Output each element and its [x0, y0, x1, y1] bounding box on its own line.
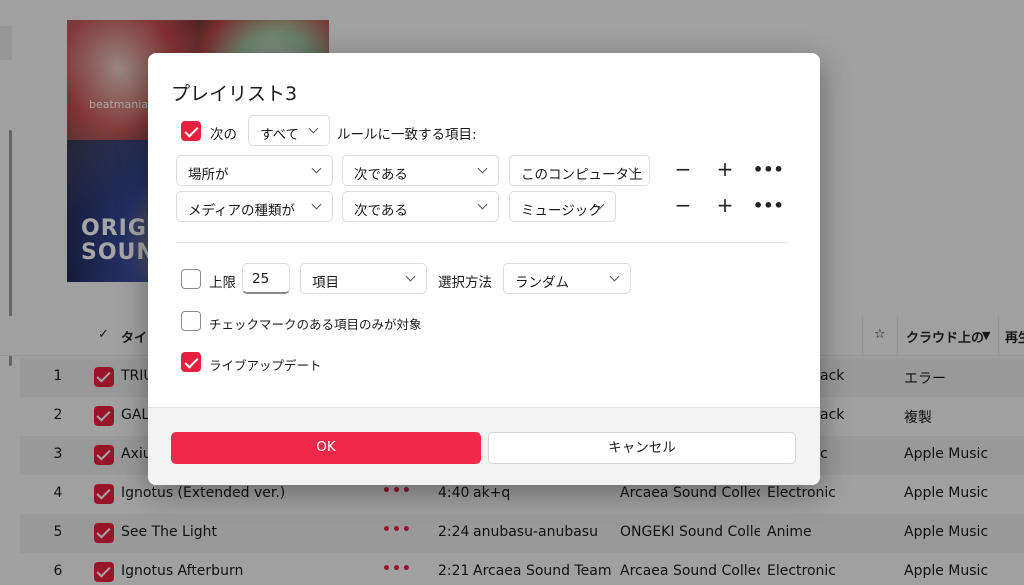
rule-field-value: 場所が	[188, 167, 229, 183]
checked-only-checkbox[interactable]	[181, 311, 201, 331]
chevron-down-icon	[311, 199, 322, 210]
rule-more-options-button[interactable]: •••	[753, 195, 784, 223]
match-prefix-label: 次の	[210, 127, 237, 143]
smart-playlist-dialog: プレイリスト3 次の すべて ルールに一致する項目: 場所が 次である このコン…	[148, 53, 820, 485]
remove-rule-button[interactable]: −	[669, 192, 697, 220]
rule-field-dropdown[interactable]: 場所が	[176, 155, 333, 186]
match-suffix-label: ルールに一致する項目:	[337, 127, 477, 143]
rule-value-value: ミュージック	[521, 203, 602, 219]
rule-operator-value: 次である	[354, 203, 408, 219]
chevron-down-icon	[609, 271, 620, 282]
rule-field-value: メディアの種類が	[188, 203, 296, 219]
limit-unit-dropdown[interactable]: 項目	[300, 263, 427, 294]
ok-button[interactable]: OK	[171, 432, 481, 464]
chevron-down-icon	[311, 163, 322, 174]
limit-label: 上限	[209, 275, 236, 291]
checked-only-label: チェックマークのある項目のみが対象	[209, 317, 422, 332]
cancel-button[interactable]: キャンセル	[488, 432, 796, 464]
rule-value-dropdown[interactable]: ミュージック	[509, 191, 616, 222]
selection-method-value: ランダム	[515, 275, 569, 291]
limit-unit-value: 項目	[312, 275, 339, 291]
dialog-footer: OK キャンセル	[148, 407, 820, 485]
limit-value: 25	[252, 271, 270, 287]
selection-method-label: 選択方法	[438, 275, 492, 291]
chevron-down-icon	[477, 199, 488, 210]
match-rules-checkbox[interactable]	[181, 121, 201, 141]
rule-field-dropdown[interactable]: メディアの種類が	[176, 191, 333, 222]
chevron-down-icon	[477, 163, 488, 174]
add-rule-button[interactable]: +	[711, 192, 739, 220]
rule-more-options-button[interactable]: •••	[753, 159, 784, 187]
selection-method-dropdown[interactable]: ランダム	[503, 263, 631, 294]
rule-operator-value: 次である	[354, 167, 408, 183]
match-scope-dropdown[interactable]: すべて	[248, 115, 330, 146]
live-update-checkbox[interactable]	[181, 352, 201, 372]
limit-value-field[interactable]: 25	[242, 263, 290, 294]
limit-checkbox[interactable]	[181, 269, 201, 289]
live-update-label: ライブアップデート	[209, 358, 322, 373]
rule-operator-dropdown[interactable]: 次である	[342, 155, 499, 186]
chevron-down-icon	[308, 123, 319, 134]
remove-rule-button[interactable]: −	[669, 156, 697, 184]
rule-value-value: このコンピュータ上	[521, 167, 643, 183]
chevron-down-icon	[405, 271, 416, 282]
rule-value-dropdown[interactable]: このコンピュータ上	[509, 155, 650, 186]
rule-operator-dropdown[interactable]: 次である	[342, 191, 499, 222]
match-scope-value: すべて	[260, 127, 300, 143]
dialog-title: プレイリスト3	[171, 83, 298, 105]
section-divider	[176, 242, 788, 243]
add-rule-button[interactable]: +	[711, 156, 739, 184]
